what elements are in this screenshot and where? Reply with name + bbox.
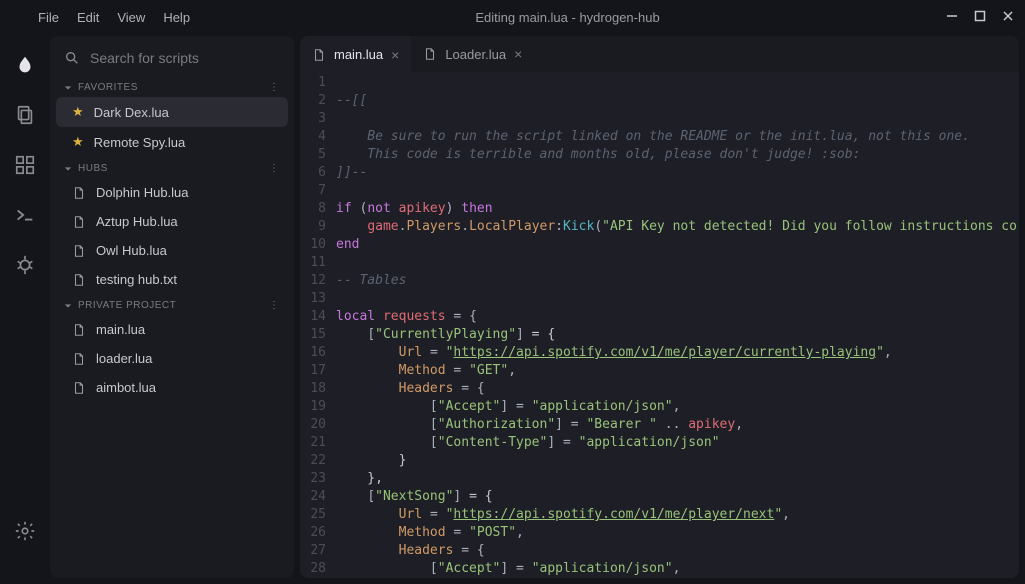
tree-item[interactable]: Owl Hub.lua [50,236,294,265]
search-bar[interactable] [50,40,294,76]
menu-view[interactable]: View [117,10,145,25]
menu-edit[interactable]: Edit [77,10,99,25]
tree-item[interactable]: Aztup Hub.lua [50,207,294,236]
menu-bar: File Edit View Help [38,10,190,25]
tree-item-label: Owl Hub.lua [96,243,167,258]
tree-item-label: Remote Spy.lua [94,135,186,150]
editor: main.lua × Loader.lua × 1234567891011121314… [300,36,1019,578]
section-header-private[interactable]: PRIVATE PROJECT ⋮ [50,294,294,315]
tree-item[interactable]: ★ Dark Dex.lua [56,97,288,127]
file-icon [423,47,437,61]
files-icon[interactable] [14,104,36,126]
tree-item[interactable]: loader.lua [50,344,294,373]
star-icon: ★ [72,134,84,150]
tree-item[interactable]: Dolphin Hub.lua [50,178,294,207]
code-body[interactable]: --[[ Be sure to run the script linked on… [336,74,1019,578]
menu-help[interactable]: Help [163,10,190,25]
titlebar: File Edit View Help Editing main.lua - h… [0,0,1025,34]
tree-item[interactable]: main.lua [50,315,294,344]
tree-item[interactable]: testing hub.txt [50,265,294,294]
window-title: Editing main.lua - hydrogen-hub [190,10,945,25]
file-icon [72,381,86,395]
tree-item-label: testing hub.txt [96,272,177,287]
tree-item-label: aimbot.lua [96,380,156,395]
line-gutter: 1234567891011121314151617181920212223242… [300,74,336,578]
tree-item[interactable]: aimbot.lua [50,373,294,402]
chevron-down-icon [64,84,72,92]
search-input[interactable] [90,50,280,66]
tab-close-icon[interactable]: × [391,47,399,63]
tab-label: Loader.lua [445,47,506,62]
minimize-icon[interactable] [945,9,959,26]
file-icon [72,186,86,200]
search-icon [64,50,80,66]
file-icon [72,323,86,337]
file-icon [72,215,86,229]
maximize-icon[interactable] [973,9,987,26]
menu-file[interactable]: File [38,10,59,25]
logo-icon[interactable] [14,54,36,76]
chevron-down-icon [64,302,72,310]
settings-icon[interactable] [14,520,36,542]
tree-item-label: loader.lua [96,351,152,366]
star-icon: ★ [72,104,84,120]
file-icon [312,48,326,62]
tree-item-label: main.lua [96,322,145,337]
section-more-icon[interactable]: ⋮ [269,82,280,93]
tree-item-label: Dark Dex.lua [94,105,169,120]
chevron-down-icon [64,165,72,173]
terminal-icon[interactable] [14,204,36,226]
file-icon [72,244,86,258]
activity-bar [0,34,50,584]
tab-close-icon[interactable]: × [514,46,522,62]
tab-bar: main.lua × Loader.lua × [300,36,1019,72]
file-icon [72,352,86,366]
tree-item-label: Aztup Hub.lua [96,214,178,229]
section-header-hubs[interactable]: HUBS ⋮ [50,157,294,178]
grid-icon[interactable] [14,154,36,176]
section-header-favorites[interactable]: FAVORITES ⋮ [50,76,294,97]
tree-item-label: Dolphin Hub.lua [96,185,189,200]
section-more-icon[interactable]: ⋮ [269,163,280,174]
sidebar: FAVORITES ⋮ ★ Dark Dex.lua ★ Remote Spy.lua… [50,36,294,578]
section-more-icon[interactable]: ⋮ [269,300,280,311]
code-area[interactable]: 1234567891011121314151617181920212223242… [300,72,1019,578]
tab[interactable]: main.lua × [300,36,411,72]
bug-icon[interactable] [14,254,36,276]
tree-item[interactable]: ★ Remote Spy.lua [50,127,294,157]
tab-label: main.lua [334,47,383,62]
tab[interactable]: Loader.lua × [411,36,534,72]
close-icon[interactable] [1001,9,1015,26]
file-icon [72,273,86,287]
